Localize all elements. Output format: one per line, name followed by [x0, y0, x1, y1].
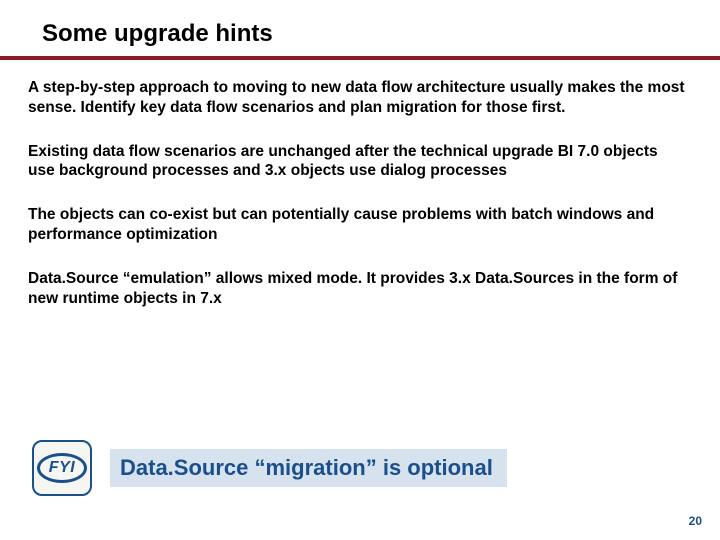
- callout-text: Data.Source “migration” is optional: [110, 449, 507, 487]
- paragraph: Data.Source “emulation” allows mixed mod…: [28, 269, 688, 309]
- paragraph: The objects can co-exist but can potenti…: [28, 205, 688, 245]
- callout-row: FYI Data.Source “migration” is optional: [32, 440, 507, 496]
- content-area: A step-by-step approach to moving to new…: [28, 60, 692, 309]
- slide: Some upgrade hints A step-by-step approa…: [0, 0, 720, 540]
- paragraph: Existing data flow scenarios are unchang…: [28, 142, 688, 182]
- slide-title: Some upgrade hints: [28, 18, 692, 56]
- page-number: 20: [689, 514, 702, 528]
- paragraph: A step-by-step approach to moving to new…: [28, 78, 688, 118]
- fyi-label: FYI: [37, 453, 87, 483]
- fyi-badge-icon: FYI: [32, 440, 92, 496]
